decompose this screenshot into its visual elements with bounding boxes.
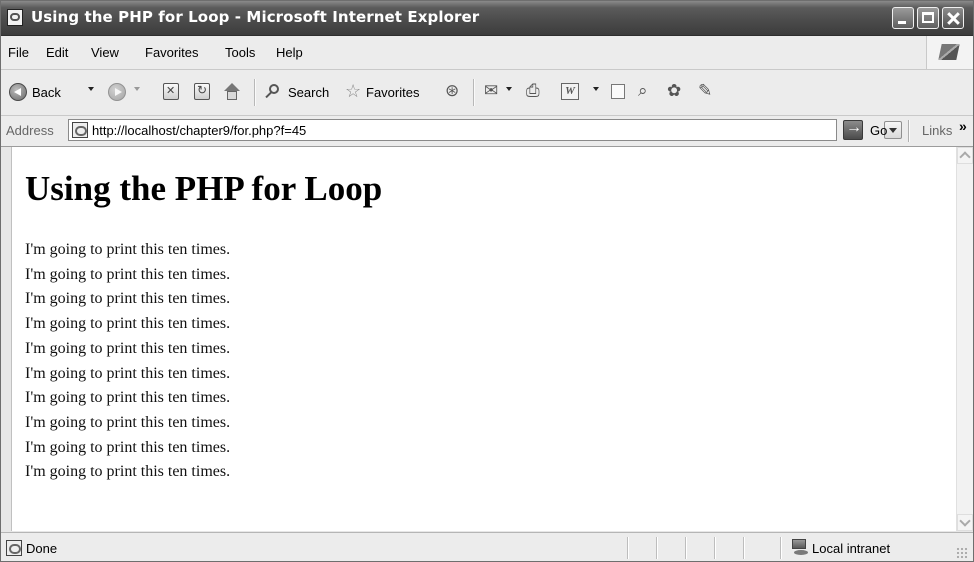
output-line: I'm going to print this ten times. xyxy=(25,389,231,407)
address-url[interactable]: http://localhost/chapter9/for.php?f=45 xyxy=(92,123,306,138)
page-heading: Using the PHP for Loop xyxy=(25,169,383,208)
output-line: I'm going to print this ten times. xyxy=(25,364,231,382)
status-page-icon xyxy=(6,540,22,556)
menu-file[interactable]: File xyxy=(8,45,29,60)
menu-favorites[interactable]: Favorites xyxy=(145,45,198,60)
favorites-button[interactable]: Favorites xyxy=(366,85,419,100)
research-icon[interactable]: ⌕ xyxy=(638,81,648,101)
address-label: Address xyxy=(6,123,54,138)
status-divider xyxy=(714,537,716,559)
favorites-star-icon[interactable]: ☆ xyxy=(345,81,361,101)
output-line: I'm going to print this ten times. xyxy=(25,265,231,283)
browser-window: Using the PHP for Loop - Microsoft Inter… xyxy=(0,0,974,562)
forward-arrow-icon[interactable] xyxy=(108,83,126,101)
menu-edit[interactable]: Edit xyxy=(46,45,68,60)
history-icon[interactable]: ⊛ xyxy=(445,81,459,101)
search-icon[interactable] xyxy=(264,83,282,101)
output-line: I'm going to print this ten times. xyxy=(25,290,231,308)
output-lines: I'm going to print this ten times. I'm g… xyxy=(25,238,230,485)
ie-page-icon xyxy=(7,9,23,26)
minimize-button[interactable] xyxy=(892,7,914,29)
security-zone: Local intranet xyxy=(812,541,891,556)
status-divider xyxy=(656,537,658,559)
status-text: Done xyxy=(26,541,58,556)
status-bar: Done Local intranet xyxy=(1,532,973,561)
output-line: I'm going to print this ten times. xyxy=(25,241,231,258)
menu-help[interactable]: Help xyxy=(276,45,303,60)
edit-dropdown-icon[interactable] xyxy=(593,87,599,91)
page-icon xyxy=(72,122,88,138)
resize-grip-icon[interactable] xyxy=(956,547,968,559)
address-bar: Address http://localhost/chapter9/for.ph… xyxy=(1,116,973,147)
status-divider xyxy=(780,537,782,559)
menu-tools[interactable]: Tools xyxy=(225,45,255,60)
intranet-zone-icon xyxy=(791,539,809,555)
toolbar-separator xyxy=(254,79,256,106)
messenger-icon[interactable]: ✿ xyxy=(667,81,681,101)
back-dropdown-icon[interactable] xyxy=(88,87,94,91)
back-arrow-icon[interactable] xyxy=(9,83,27,101)
status-divider xyxy=(627,537,629,559)
menu-bar: File Edit View Favorites Tools Help xyxy=(1,36,973,70)
go-arrow-icon[interactable] xyxy=(843,119,863,140)
forward-dropdown-icon[interactable] xyxy=(134,87,140,91)
output-line: I'm going to print this ten times. xyxy=(25,438,231,456)
standard-toolbar: Back Search ☆ Favorites ⊛ ✉ ⎙ W ⌕ ✿ ✎ xyxy=(1,70,973,116)
home-icon[interactable] xyxy=(223,83,241,101)
links-button[interactable]: Links xyxy=(922,123,952,138)
output-line: I'm going to print this ten times. xyxy=(25,413,231,431)
menu-view[interactable]: View xyxy=(91,45,119,60)
chevron-right-icon[interactable]: » xyxy=(959,118,967,134)
discuss-icon[interactable] xyxy=(611,84,625,99)
window-title: Using the PHP for Loop - Microsoft Inter… xyxy=(31,8,480,26)
page-content: Using the PHP for Loop I'm going to prin… xyxy=(11,147,956,531)
back-button[interactable]: Back xyxy=(32,85,61,100)
mail-dropdown-icon[interactable] xyxy=(506,87,512,91)
go-button[interactable]: Go xyxy=(870,123,887,138)
edit-word-icon[interactable]: W xyxy=(561,83,579,100)
scroll-up-icon[interactable] xyxy=(957,147,973,164)
maximize-button[interactable] xyxy=(917,7,939,29)
output-line: I'm going to print this ten times. xyxy=(25,339,231,357)
search-button[interactable]: Search xyxy=(288,85,329,100)
vertical-scrollbar[interactable] xyxy=(956,147,973,531)
stop-icon[interactable] xyxy=(163,83,179,100)
refresh-icon[interactable] xyxy=(194,83,210,100)
output-line: I'm going to print this ten times. xyxy=(25,315,231,333)
toolbar-separator xyxy=(473,79,475,106)
mail-icon[interactable]: ✉ xyxy=(484,81,498,101)
tools-icon[interactable]: ✎ xyxy=(698,81,712,101)
title-bar[interactable]: Using the PHP for Loop - Microsoft Inter… xyxy=(1,1,973,36)
status-divider xyxy=(685,537,687,559)
address-input[interactable]: http://localhost/chapter9/for.php?f=45 xyxy=(68,119,902,141)
output-line: I'm going to print this ten times. xyxy=(25,463,231,481)
close-button[interactable] xyxy=(942,7,964,29)
windows-flag-icon xyxy=(926,36,973,69)
scroll-down-icon[interactable] xyxy=(957,514,973,531)
status-divider xyxy=(743,537,745,559)
print-icon[interactable]: ⎙ xyxy=(526,81,540,101)
links-separator xyxy=(908,120,910,142)
